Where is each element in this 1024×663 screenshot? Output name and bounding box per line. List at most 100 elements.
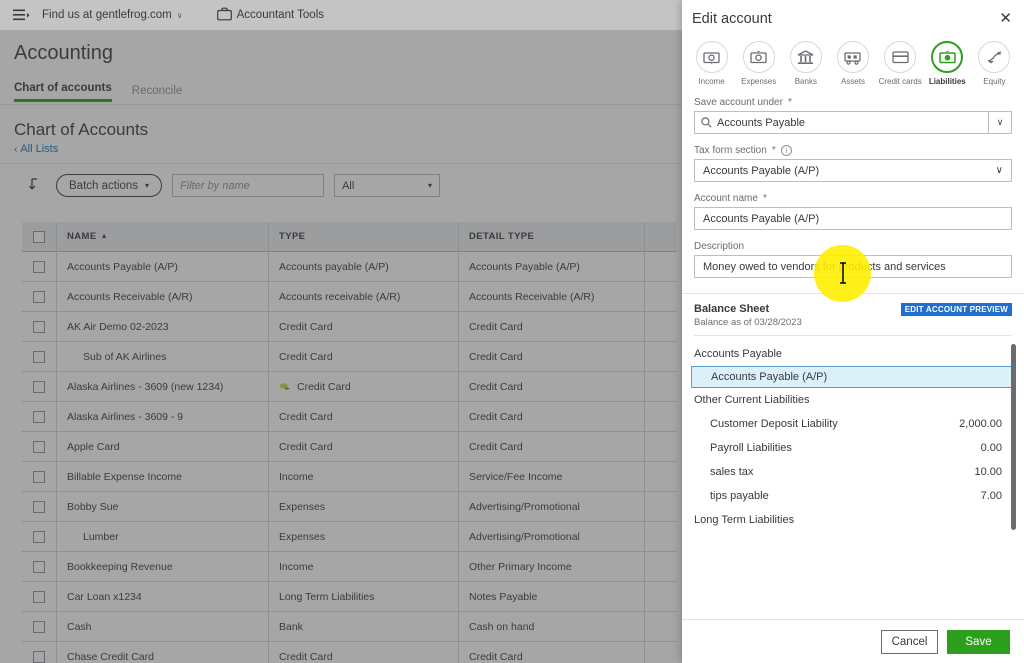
row-checkbox[interactable] (22, 471, 56, 483)
cell-name: Cash (56, 612, 268, 642)
row-checkbox[interactable] (22, 261, 56, 273)
row-checkbox[interactable] (22, 621, 56, 633)
search-icon (695, 117, 717, 128)
table-row[interactable]: Alaska Airlines - 3609 - 9Credit CardCre… (22, 402, 677, 432)
row-checkbox[interactable] (22, 441, 56, 453)
preview-row-name: Accounts Payable (A/P) (711, 371, 989, 383)
all-lists-link[interactable]: ‹ All Lists (14, 143, 58, 155)
cell-type-label: Bank (279, 621, 303, 633)
equity-icon (978, 41, 1010, 73)
required-marker: * (772, 145, 776, 156)
cell-type: Income (268, 552, 458, 582)
tax-form-section-select[interactable]: Accounts Payable (A/P) ∨ (694, 159, 1012, 182)
column-header-detail-type[interactable]: DETAIL TYPE (458, 222, 644, 252)
cell-detail-type: Advertising/Promotional (458, 492, 644, 522)
table-row[interactable]: AK Air Demo 02-2023Credit CardCredit Car… (22, 312, 677, 342)
sort-ascending-icon: ▲ (101, 233, 108, 240)
select-all-checkbox[interactable] (22, 231, 56, 243)
cell-type-label: Credit Card (279, 411, 333, 423)
category-expenses[interactable]: Expenses (735, 41, 782, 87)
cell-detail-type: Credit Card (458, 342, 644, 372)
row-checkbox[interactable] (22, 321, 56, 333)
cell-type-label: Credit Card (279, 321, 333, 333)
chevron-left-icon: ‹ (14, 144, 17, 155)
table-header-row: NAME ▲ TYPE DETAIL TYPE (22, 222, 677, 252)
chevron-down-icon: ∨ (177, 11, 183, 20)
cell-type-label: Credit Card (279, 351, 333, 363)
batch-actions-label: Batch actions (69, 180, 138, 192)
chevron-down-icon: ∨ (996, 165, 1003, 176)
filter-by-name-input[interactable]: Filter by name (172, 174, 324, 197)
table-row[interactable]: Cash Bank Cash on hand (22, 612, 677, 642)
hamburger-collapse-icon[interactable] (8, 5, 34, 25)
preview-row-name: Long Term Liabilities (694, 514, 1002, 526)
cell-type-label: Credit Card (279, 441, 333, 453)
column-header-name[interactable]: NAME ▲ (56, 222, 268, 252)
category-label: Assets (831, 77, 875, 87)
row-checkbox[interactable] (22, 291, 56, 303)
row-checkbox[interactable] (22, 381, 56, 393)
cell-detail-type: Cash on hand (458, 612, 644, 642)
table-row[interactable]: Billable Expense IncomeIncomeService/Fee… (22, 462, 677, 492)
account-name-input[interactable]: Accounts Payable (A/P) (694, 207, 1012, 230)
table-row[interactable]: Alaska Airlines - 3609 (new 1234)Credit … (22, 372, 677, 402)
tab-reconcile[interactable]: Reconcile (132, 85, 183, 102)
category-banks[interactable]: Banks (782, 41, 829, 87)
cell-name: Accounts Receivable (A/R) (56, 282, 268, 312)
cancel-button[interactable]: Cancel (881, 630, 938, 654)
table-row[interactable]: Accounts Receivable (A/R)Accounts receiv… (22, 282, 677, 312)
row-checkbox[interactable] (22, 411, 56, 423)
row-checkbox[interactable] (22, 561, 56, 573)
account-category-selector: IncomeExpensesBanksAssetsCredit cardsLia… (682, 37, 1024, 87)
table-row[interactable]: LumberExpensesAdvertising/Promotional (22, 522, 677, 552)
preview-row-name: Payroll Liabilities (710, 442, 981, 454)
table-row[interactable]: Car Loan x1234Long Term LiabilitiesNotes… (22, 582, 677, 612)
preview-row: Accounts Payable (682, 342, 1024, 366)
account-name-label-text: Account name (694, 193, 758, 204)
row-checkbox[interactable] (22, 591, 56, 603)
cell-name: Chase Credit Card (56, 642, 268, 663)
preview-scrollbar-thumb[interactable] (1011, 344, 1016, 530)
info-icon[interactable]: i (781, 145, 792, 156)
row-checkbox[interactable] (22, 351, 56, 363)
description-value: Money owed to vendors for products and s… (703, 261, 946, 273)
category-liabilities[interactable]: Liabilities (924, 41, 971, 87)
account-form: Save account under * Accounts Payable ∨ … (682, 87, 1024, 289)
cell-name: Billable Expense Income (56, 462, 268, 492)
table-row[interactable]: Accounts Payable (A/P)Accounts payable (… (22, 252, 677, 282)
save-button[interactable]: Save (947, 630, 1010, 654)
save-account-under-combobox[interactable]: Accounts Payable ∨ (694, 111, 1012, 134)
accountant-tools-menu[interactable]: Accountant Tools (209, 7, 332, 24)
table-row[interactable]: Sub of AK AirlinesCredit CardCredit Card (22, 342, 677, 372)
row-checkbox[interactable] (22, 651, 56, 663)
category-equity[interactable]: Equity (971, 41, 1018, 87)
preview-row: sales tax10.00 (682, 460, 1024, 484)
table-row[interactable]: Apple CardCredit CardCredit Card (22, 432, 677, 462)
table-row[interactable]: Chase Credit CardCredit CardCredit Card (22, 642, 677, 663)
account-type-filter-select[interactable]: All ▾ (334, 174, 440, 197)
company-menu[interactable]: Find us at gentlefrog.com ∨ (34, 9, 191, 21)
table-row[interactable]: Bobby SueExpensesAdvertising/Promotional (22, 492, 677, 522)
description-input[interactable]: Money owed to vendors for products and s… (694, 255, 1012, 278)
preview-row-amount: 7.00 (981, 490, 1002, 502)
tax-form-value: Accounts Payable (A/P) (703, 165, 819, 177)
category-assets[interactable]: Assets (829, 41, 876, 87)
row-checkbox[interactable] (22, 531, 56, 543)
bank-building-icon (790, 41, 822, 73)
chevron-down-icon[interactable]: ∨ (989, 117, 1011, 128)
panel-title: Edit account (692, 11, 999, 27)
column-header-type[interactable]: TYPE (268, 222, 458, 252)
cell-type: Credit Card (268, 432, 458, 462)
table-body: Accounts Payable (A/P)Accounts payable (… (22, 252, 677, 663)
tab-chart-of-accounts[interactable]: Chart of accounts (14, 82, 112, 102)
print-arrow-icon[interactable] (28, 175, 46, 197)
close-icon[interactable]: ✕ (999, 11, 1012, 26)
panel-footer: Cancel Save (682, 619, 1024, 663)
row-checkbox[interactable] (22, 501, 56, 513)
cell-type: Accounts receivable (A/R) (268, 282, 458, 312)
category-credit-cards[interactable]: Credit cards (877, 41, 924, 87)
table-row[interactable]: Bookkeeping RevenueIncomeOther Primary I… (22, 552, 677, 582)
category-income[interactable]: Income (688, 41, 735, 87)
preview-subtitle: Balance as of 03/28/2023 (694, 317, 802, 328)
batch-actions-button[interactable]: Batch actions ▾ (56, 174, 162, 197)
